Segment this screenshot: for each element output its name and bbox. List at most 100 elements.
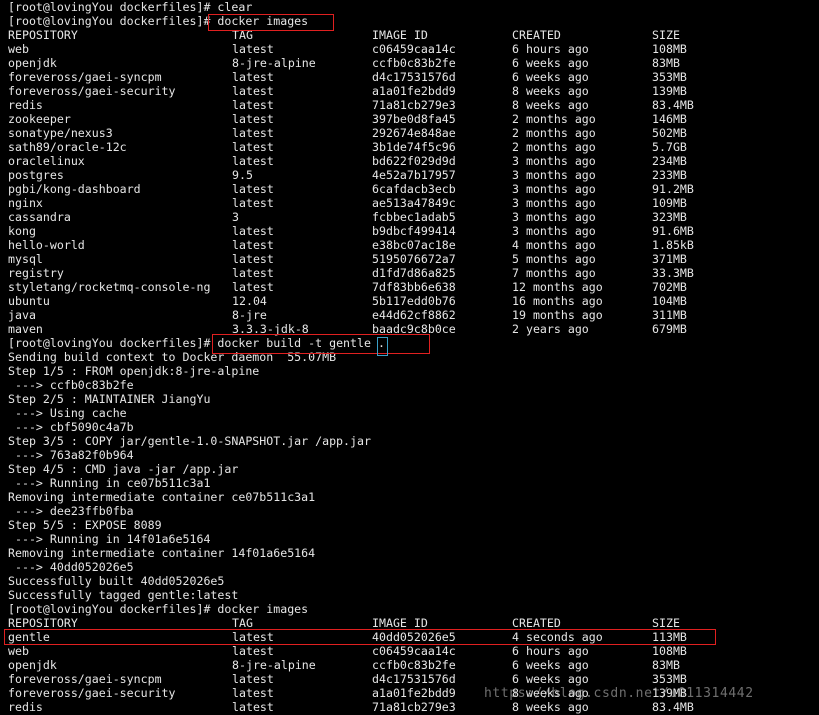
cell-repository: sath89/oracle-12c xyxy=(8,140,127,154)
cell-size: 371MB xyxy=(652,252,687,266)
shell-prompt: [root@lovingYou dockerfiles]# xyxy=(8,336,211,350)
cell-created: 3 months ago xyxy=(512,224,596,238)
cell-created: 4 months ago xyxy=(512,238,596,252)
cell-image-id: 40dd052026e5 xyxy=(372,630,456,644)
build-output-line: Successfully tagged gentle:latest xyxy=(8,588,239,602)
cell-created: 6 weeks ago xyxy=(512,658,589,672)
cell-repository: cassandra xyxy=(8,210,71,224)
command-text: docker build -t gentle . xyxy=(217,336,385,350)
cell-tag: 8-jre-alpine xyxy=(232,658,316,672)
build-output-line: ---> Using cache xyxy=(8,406,127,420)
watermark-text: https://blog.csdn.net/u011314442 xyxy=(484,686,754,701)
cell-image-id: d4c17531576d xyxy=(372,70,456,84)
cell-created: 3 months ago xyxy=(512,168,596,182)
cell-size: 311MB xyxy=(652,308,687,322)
cell-tag: latest xyxy=(232,112,274,126)
build-output-line: Step 1/5 : FROM openjdk:8-jre-alpine xyxy=(8,364,260,378)
cell-created: 5 months ago xyxy=(512,252,596,266)
header-size: SIZE xyxy=(652,616,680,630)
build-output-line: ---> dee23ffb0fba xyxy=(8,504,134,518)
cell-image-id: 5b117edd0b76 xyxy=(372,294,456,308)
cell-size: 83MB xyxy=(652,658,680,672)
header-tag: TAG xyxy=(232,28,253,42)
cell-image-id: 397be0d8fa45 xyxy=(372,112,456,126)
build-output-line: ---> ccfb0c83b2fe xyxy=(8,378,134,392)
cell-size: 1.85kB xyxy=(652,238,694,252)
cell-size: 679MB xyxy=(652,322,687,336)
header-size: SIZE xyxy=(652,28,680,42)
cell-tag: latest xyxy=(232,644,274,658)
cell-size: 353MB xyxy=(652,70,687,84)
cell-size: 234MB xyxy=(652,154,687,168)
cell-image-id: 292674e848ae xyxy=(372,126,456,140)
cell-image-id: d4c17531576d xyxy=(372,672,456,686)
cell-repository: postgres xyxy=(8,168,64,182)
cell-repository: maven xyxy=(8,322,43,336)
cell-image-id: 7df83bb6e638 xyxy=(372,280,456,294)
cell-size: 702MB xyxy=(652,280,687,294)
cell-repository: redis xyxy=(8,98,43,112)
cell-repository: foreveross/gaei-security xyxy=(8,686,176,700)
cell-image-id: 6cafdacb3ecb xyxy=(372,182,456,196)
cell-size: 108MB xyxy=(652,42,687,56)
cell-size: 104MB xyxy=(652,294,687,308)
build-output-line: Sending build context to Docker daemon 5… xyxy=(8,350,337,364)
cell-created: 3 months ago xyxy=(512,182,596,196)
cell-created: 3 months ago xyxy=(512,154,596,168)
cell-size: 83.4MB xyxy=(652,700,694,714)
cell-size: 83MB xyxy=(652,56,680,70)
shell-prompt: [root@lovingYou dockerfiles]# xyxy=(8,602,211,616)
cell-image-id: e38bc07ac18e xyxy=(372,238,456,252)
cell-size: 91.2MB xyxy=(652,182,694,196)
cell-repository: foreveross/gaei-syncpm xyxy=(8,70,162,84)
cell-repository: ubuntu xyxy=(8,294,50,308)
cell-size: 108MB xyxy=(652,644,687,658)
cell-created: 8 weeks ago xyxy=(512,700,589,714)
prompt-line-clear: [root@lovingYou dockerfiles]# clear xyxy=(8,0,252,14)
cell-size: 233MB xyxy=(652,168,687,182)
cell-tag: 3 xyxy=(232,210,239,224)
cell-size: 5.7GB xyxy=(652,140,687,154)
cell-size: 502MB xyxy=(652,126,687,140)
prompt-line-docker-build: [root@lovingYou dockerfiles]# docker bui… xyxy=(8,336,385,350)
terminal-window[interactable]: [root@lovingYou dockerfiles]# clear [roo… xyxy=(0,0,819,715)
cell-created: 3 months ago xyxy=(512,210,596,224)
cell-created: 16 months ago xyxy=(512,294,603,308)
cell-created: 19 months ago xyxy=(512,308,603,322)
header-image-id: IMAGE ID xyxy=(372,616,428,630)
cell-created: 12 months ago xyxy=(512,280,603,294)
cell-created: 8 weeks ago xyxy=(512,84,589,98)
build-output-line: Successfully built 40dd052026e5 xyxy=(8,574,225,588)
cell-repository: openjdk xyxy=(8,56,57,70)
cell-repository: nginx xyxy=(8,196,43,210)
cell-repository: sonatype/nexus3 xyxy=(8,126,113,140)
build-output-line: Step 3/5 : COPY jar/gentle-1.0-SNAPSHOT.… xyxy=(8,434,371,448)
highlight-gentle-image-row xyxy=(4,629,716,645)
cell-image-id: ae513a47849c xyxy=(372,196,456,210)
cell-repository: java xyxy=(8,308,36,322)
cell-created: 6 weeks ago xyxy=(512,672,589,686)
cell-repository: redis xyxy=(8,700,43,714)
cell-tag: latest xyxy=(232,266,274,280)
cell-image-id: 71a81cb279e3 xyxy=(372,700,456,714)
build-output-line: Step 4/5 : CMD java -jar /app.jar xyxy=(8,462,239,476)
cell-tag: latest xyxy=(232,672,274,686)
cell-repository: hello-world xyxy=(8,238,85,252)
cell-created: 2 months ago xyxy=(512,126,596,140)
cell-image-id: ccfb0c83b2fe xyxy=(372,56,456,70)
cell-created: 3 months ago xyxy=(512,196,596,210)
cell-created: 6 weeks ago xyxy=(512,56,589,70)
cell-repository: zookeeper xyxy=(8,112,71,126)
cell-repository: kong xyxy=(8,224,36,238)
cell-image-id: baadc9c8b0ce xyxy=(372,322,456,336)
cell-created: 8 weeks ago xyxy=(512,98,589,112)
cell-image-id: c06459caa14c xyxy=(372,644,456,658)
cell-created: 2 months ago xyxy=(512,112,596,126)
build-output-line: ---> Running in ce07b511c3a1 xyxy=(8,476,211,490)
header-repository: REPOSITORY xyxy=(8,28,78,42)
cell-image-id: 3b1de74f5c96 xyxy=(372,140,456,154)
build-output-line: ---> 763a82f0b964 xyxy=(8,448,134,462)
cell-created: 2 years ago xyxy=(512,322,589,336)
cell-tag: latest xyxy=(232,224,274,238)
cell-size: 33.3MB xyxy=(652,266,694,280)
